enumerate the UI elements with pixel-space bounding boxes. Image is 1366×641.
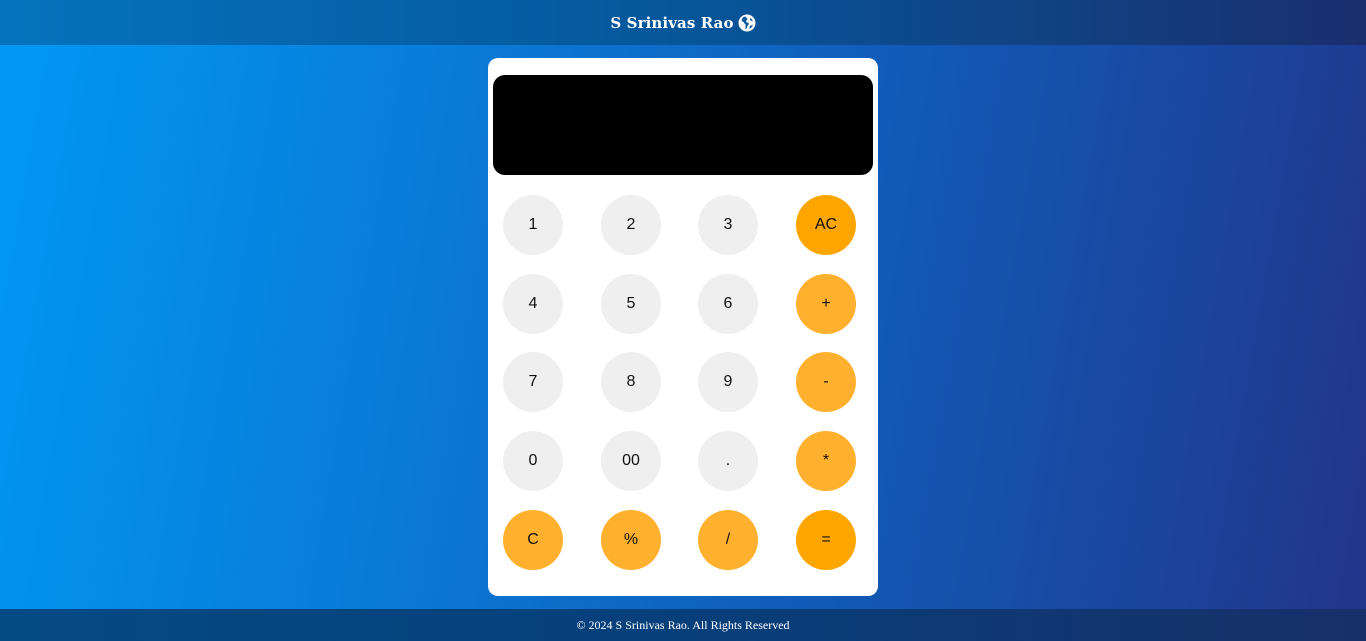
key-00[interactable]: 00	[601, 431, 661, 491]
brand-logo[interactable]: S Srinivas Rao	[610, 13, 756, 32]
decimal-button[interactable]: .	[698, 431, 758, 491]
key-1[interactable]: 1	[503, 195, 563, 255]
key-4[interactable]: 4	[503, 274, 563, 334]
equals-button[interactable]: =	[796, 510, 856, 570]
percent-button[interactable]: %	[601, 510, 661, 570]
copyright-text: © 2024 S Srinivas Rao. All Rights Reserv…	[576, 617, 790, 632]
calculator-display	[493, 75, 873, 175]
key-7[interactable]: 7	[503, 352, 563, 412]
subtract-button[interactable]: -	[796, 352, 856, 412]
key-0[interactable]: 0	[503, 431, 563, 491]
key-2[interactable]: 2	[601, 195, 661, 255]
calculator: 1 2 3 AC 4 5 6 + 7 8 9 - 0 00 . * C % / …	[488, 58, 878, 596]
site-footer: © 2024 S Srinivas Rao. All Rights Reserv…	[0, 609, 1366, 641]
site-header: S Srinivas Rao	[0, 0, 1366, 45]
key-6[interactable]: 6	[698, 274, 758, 334]
divide-button[interactable]: /	[698, 510, 758, 570]
clear-button[interactable]: C	[503, 510, 563, 570]
add-button[interactable]: +	[796, 274, 856, 334]
key-8[interactable]: 8	[601, 352, 661, 412]
key-5[interactable]: 5	[601, 274, 661, 334]
multiply-button[interactable]: *	[796, 431, 856, 491]
globe-icon	[738, 14, 756, 32]
key-9[interactable]: 9	[698, 352, 758, 412]
key-3[interactable]: 3	[698, 195, 758, 255]
brand-name: S Srinivas Rao	[610, 13, 734, 32]
all-clear-button[interactable]: AC	[796, 195, 856, 255]
